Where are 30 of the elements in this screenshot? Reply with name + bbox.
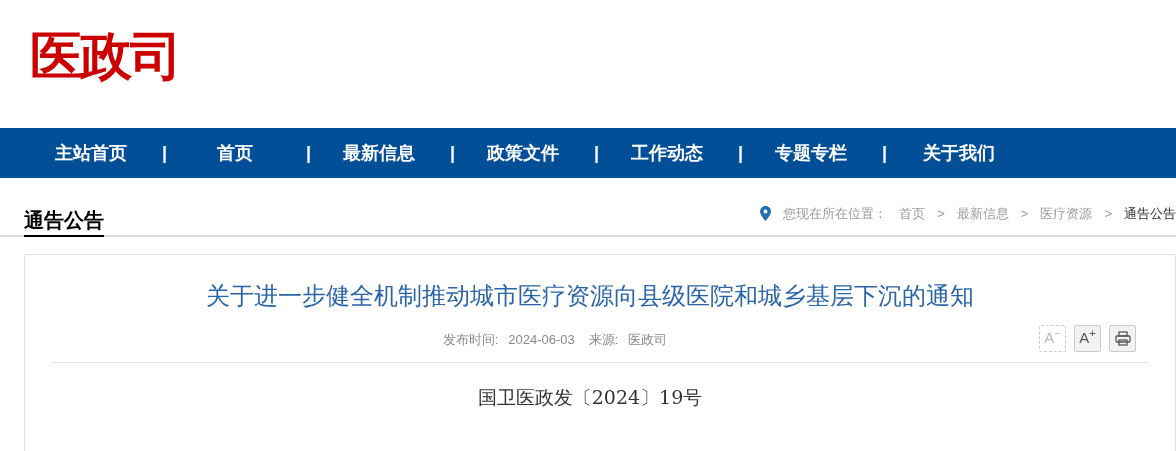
nav-separator: |	[448, 141, 455, 165]
section-title: 通告公告	[24, 207, 104, 237]
breadcrumb-label: 您现在所在位置：	[783, 204, 888, 223]
nav-separator: |	[736, 141, 743, 165]
nav-link[interactable]: 政策文件	[455, 139, 592, 167]
breadcrumb-separator: >	[937, 204, 945, 223]
nav-link[interactable]: 工作动态	[599, 139, 736, 167]
meta-label: 来源:	[588, 330, 619, 349]
location-pin-icon	[760, 205, 772, 221]
meta-label: 发布时间:	[442, 330, 499, 349]
document-number: 国卫医政发〔2024〕19号	[476, 385, 704, 410]
nav-link[interactable]: 最新信息	[311, 139, 448, 167]
print-button[interactable]	[1109, 325, 1136, 352]
nav-separator: |	[880, 141, 887, 165]
nav-separator: |	[592, 141, 599, 165]
nav-link[interactable]: 首页	[167, 139, 304, 167]
breadcrumb-separator: >	[1020, 204, 1029, 223]
nav-separator: |	[304, 141, 311, 165]
nav-link[interactable]: 关于我们	[887, 139, 1031, 167]
meta-value: 医政司	[628, 330, 668, 349]
breadcrumb-separator: >	[1104, 204, 1112, 223]
nav-link[interactable]: 专题专栏	[743, 139, 880, 167]
meta-value: 2024-06-03	[508, 330, 575, 349]
article-title: 关于进一步健全机制推动城市医疗资源向县级医院和城乡基层下沉的通知	[205, 281, 975, 311]
site-logo[interactable]: 医政司	[30, 26, 180, 86]
breadcrumb-link[interactable]: 通告公告	[1124, 203, 1176, 223]
printer-icon	[1114, 331, 1131, 346]
nav-separator: |	[160, 141, 167, 165]
nav-link[interactable]: 主站首页	[23, 139, 160, 167]
font-size-button[interactable]: A$^{+}$	[1074, 325, 1101, 352]
